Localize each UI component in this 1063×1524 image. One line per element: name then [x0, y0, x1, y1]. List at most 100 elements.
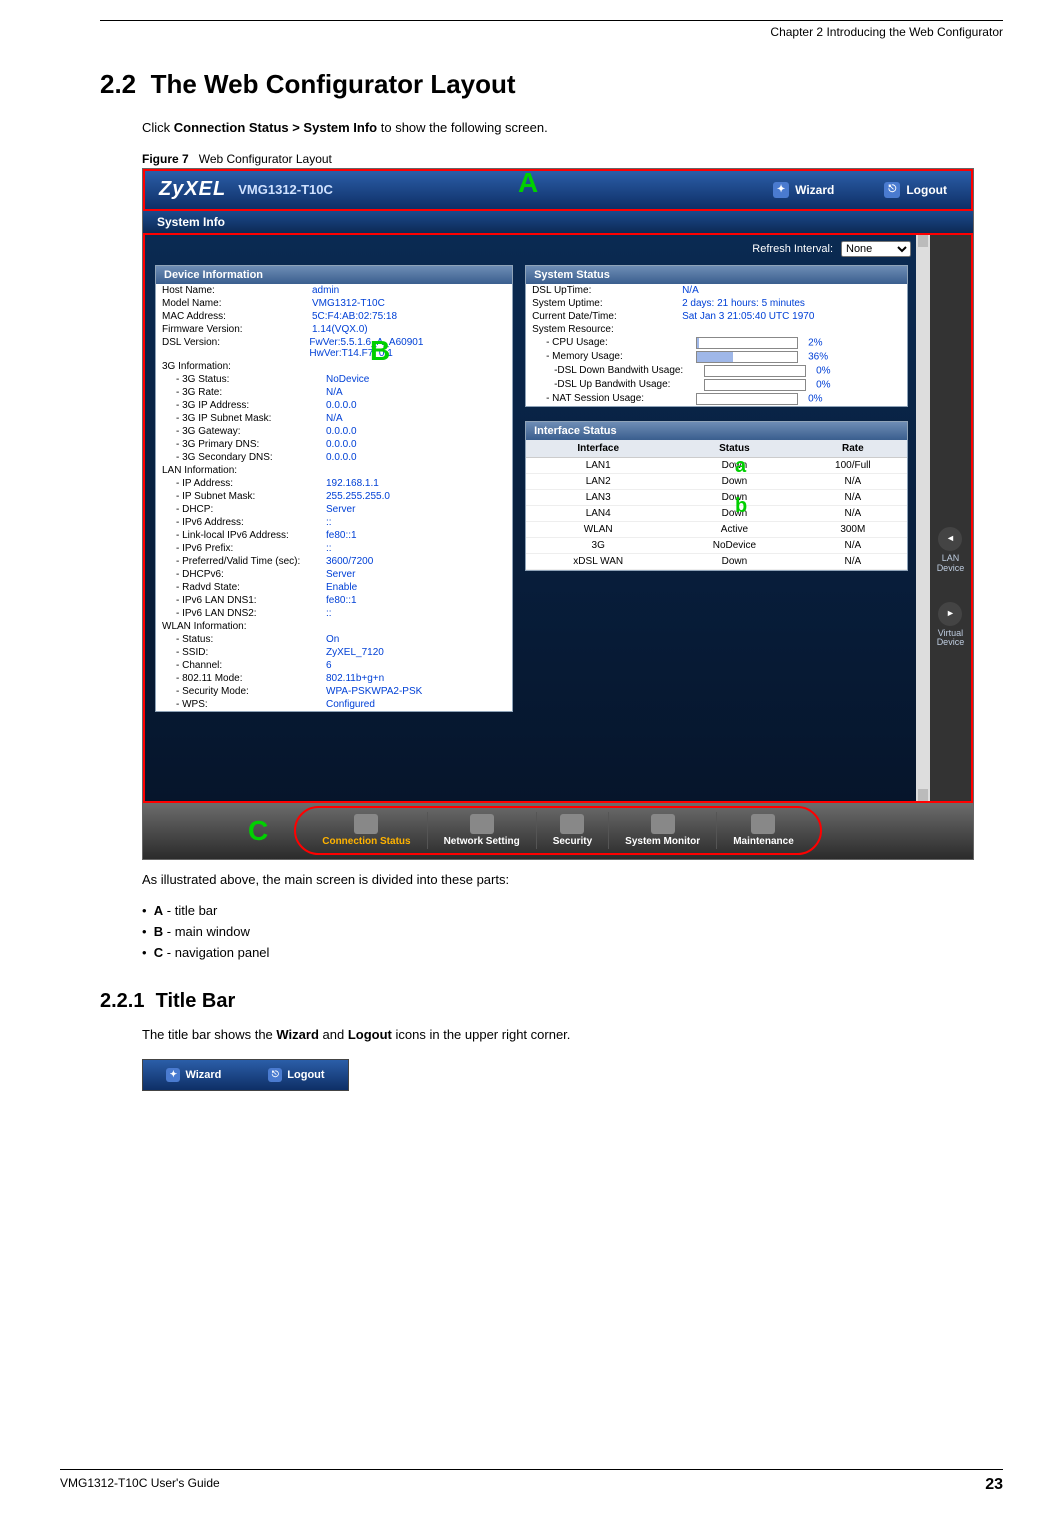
lan-device-icon: ◄: [938, 527, 962, 551]
device-info-row: Firmware Version:1.14(VQX.0): [156, 323, 512, 336]
logout-label: Logout: [906, 183, 947, 197]
intro-suffix: to show the following screen.: [381, 120, 548, 135]
iface-cell-name: WLAN: [526, 521, 670, 537]
device-info-row: - 3G Secondary DNS:0.0.0.0: [156, 451, 512, 464]
device-info-row: - Preferred/Valid Time (sec):3600/7200: [156, 555, 512, 568]
parts-list: A - title barB - main windowC - navigati…: [142, 903, 1003, 960]
system-status-key: System Uptime:: [532, 298, 682, 309]
device-info-key: - Status:: [162, 634, 326, 645]
device-info-value: WPA-PSKWPA2-PSK: [326, 686, 422, 697]
device-info-row: - IPv6 Prefix:::: [156, 542, 512, 555]
system-status-row: - NAT Session Usage:0%: [526, 392, 907, 406]
system-status-value: 0%: [816, 365, 830, 376]
main-window: B a b Refresh Interval: None Device Info…: [143, 233, 973, 803]
iface-cell-status: Active: [670, 521, 798, 537]
device-info-value: fe80::1: [326, 595, 357, 606]
device-info-value: N/A: [326, 413, 343, 424]
system-status-value: N/A: [682, 285, 699, 296]
figure-label: Figure 7: [142, 152, 189, 166]
refresh-interval-select[interactable]: None: [841, 241, 911, 257]
system-status-value: 0%: [816, 379, 830, 390]
device-info-row: - IPv6 LAN DNS2:::: [156, 607, 512, 620]
side-device-bar: ◄ LAN Device ► Virtual Device: [930, 235, 971, 801]
device-info-value: Server: [326, 569, 355, 580]
figure-title: Web Configurator Layout: [199, 152, 332, 166]
usage-bar: [704, 379, 806, 391]
wizard-button[interactable]: ✦ Wizard: [773, 182, 834, 198]
device-info-row: - Radvd State:Enable: [156, 581, 512, 594]
device-info-value: 0.0.0.0: [326, 439, 357, 450]
device-info-value: N/A: [326, 387, 343, 398]
device-info-value: Server: [326, 504, 355, 515]
interface-status-panel: Interface Status Interface Status Rate L…: [525, 421, 908, 571]
vertical-scrollbar[interactable]: [916, 235, 930, 801]
device-info-key: Model Name:: [162, 298, 312, 309]
nav-item[interactable]: System Monitor: [608, 812, 716, 849]
device-info-key: - 802.11 Mode:: [162, 673, 326, 684]
system-status-value: 2 days: 21 hours: 5 minutes: [682, 298, 805, 309]
brand-logo: ZyXEL: [159, 178, 226, 201]
part-letter: C: [154, 945, 163, 960]
device-info-key: - Radvd State:: [162, 582, 326, 593]
refresh-label: Refresh Interval:: [752, 243, 833, 255]
part-description: - navigation panel: [163, 945, 269, 960]
nav-item[interactable]: Connection Status: [306, 812, 426, 849]
device-info-value: ::: [326, 543, 332, 554]
lan-device-button[interactable]: ◄ LAN Device: [930, 527, 971, 574]
system-status-key: DSL UpTime:: [532, 285, 682, 296]
system-status-key: System Resource:: [532, 324, 682, 335]
iface-cell-rate: N/A: [798, 473, 907, 489]
mini-logout-icon: ⎋: [268, 1068, 282, 1082]
device-info-value: 802.11b+g+n: [326, 673, 384, 684]
virtual-device-button[interactable]: ► Virtual Device: [930, 602, 971, 649]
iface-cell-name: 3G: [526, 537, 670, 553]
device-info-row: LAN Information:: [156, 464, 512, 477]
device-info-value: NoDevice: [326, 374, 369, 385]
device-info-key: - 3G Gateway:: [162, 426, 326, 437]
navigation-panel: C Connection StatusNetwork SettingSecuri…: [143, 803, 973, 859]
device-info-key: - IPv6 LAN DNS2:: [162, 608, 326, 619]
device-info-row: Host Name:admin: [156, 284, 512, 297]
nav-item[interactable]: Network Setting: [427, 812, 536, 849]
table-row: LAN3DownN/A: [526, 489, 907, 505]
system-status-value: 36%: [808, 351, 828, 362]
iface-cell-rate: N/A: [798, 537, 907, 553]
nav-item[interactable]: Security: [536, 812, 608, 849]
device-info-value: FwVer:5.5.1.6_A_A60901 HwVer:T14.F7_0.1: [309, 337, 506, 359]
table-row: LAN4DownN/A: [526, 505, 907, 521]
device-info-row: - SSID:ZyXEL_7120: [156, 646, 512, 659]
device-info-key: - IPv6 Prefix:: [162, 543, 326, 554]
system-status-key: Current Date/Time:: [532, 311, 682, 322]
iface-cell-name: xDSL WAN: [526, 553, 670, 569]
sub-para-a: The title bar shows the: [142, 1027, 276, 1042]
device-info-value: VMG1312-T10C: [312, 298, 385, 309]
sub-para-d: Logout: [348, 1027, 392, 1042]
device-info-row: Model Name:VMG1312-T10C: [156, 297, 512, 310]
logout-button[interactable]: ⎋ Logout: [884, 182, 947, 198]
device-info-row: - Security Mode:WPA-PSKWPA2-PSK: [156, 685, 512, 698]
iface-cell-status: Down: [670, 553, 798, 569]
device-info-key: - IP Subnet Mask:: [162, 491, 326, 502]
system-status-row: DSL UpTime:N/A: [526, 284, 907, 297]
logout-icon: ⎋: [884, 182, 900, 198]
parts-list-item: B - main window: [142, 924, 1003, 939]
mini-titlebar-image: ✦ Wizard ⎋ Logout: [142, 1059, 349, 1091]
section-number: 2.2: [100, 69, 136, 99]
device-info-row: - IP Address:192.168.1.1: [156, 477, 512, 490]
device-info-key: - WPS:: [162, 699, 326, 710]
annotation-B: B: [370, 335, 390, 367]
system-status-value: 2%: [808, 337, 822, 348]
nav-icon: [470, 814, 494, 834]
device-info-row: DSL Version:FwVer:5.5.1.6_A_A60901 HwVer…: [156, 336, 512, 360]
device-info-row: - 3G IP Subnet Mask:N/A: [156, 412, 512, 425]
device-info-value: ::: [326, 608, 332, 619]
iface-cell-rate: N/A: [798, 489, 907, 505]
device-info-value: 0.0.0.0: [326, 400, 357, 411]
nav-item[interactable]: Maintenance: [716, 812, 810, 849]
nav-icon: [354, 814, 378, 834]
device-info-row: - Channel:6: [156, 659, 512, 672]
device-info-row: - IP Subnet Mask:255.255.255.0: [156, 490, 512, 503]
device-info-key: - Link-local IPv6 Address:: [162, 530, 326, 541]
subsection-heading: 2.2.1 Title Bar: [100, 990, 1003, 1013]
mini-wizard: ✦ Wizard: [166, 1068, 221, 1082]
